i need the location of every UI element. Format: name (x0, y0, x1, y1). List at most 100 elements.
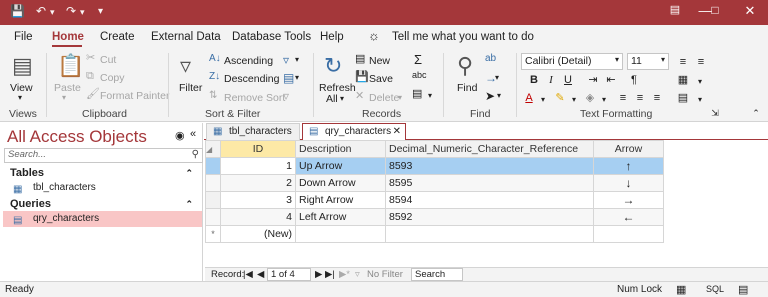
nav-item-qry-characters[interactable]: ▤ qry_characters (3, 211, 202, 227)
totals-icon[interactable]: Σ (414, 53, 422, 66)
undo-icon[interactable]: ↶ (36, 4, 46, 18)
nav-group-queries[interactable]: Queries ⌃ (0, 196, 203, 212)
numbering-icon[interactable]: ≡ (693, 54, 709, 70)
chevron-down-icon[interactable]: ▾ (692, 92, 708, 108)
menu-create[interactable]: Create (100, 31, 135, 43)
cell-description[interactable]: Left Arrow (295, 208, 386, 226)
cell-arrow[interactable]: ← (593, 208, 664, 226)
sort-descending-icon[interactable]: Z↓ (209, 72, 220, 82)
close-icon[interactable]: ✕ (740, 3, 760, 19)
close-icon[interactable]: ✕ (393, 124, 401, 139)
record-selector[interactable] (205, 191, 221, 209)
font-name-dropdown[interactable]: Calibri (Detail) ▾ (521, 53, 623, 70)
descending-button[interactable]: Descending (224, 73, 279, 85)
redo-icon[interactable]: ↷ (66, 4, 76, 18)
bold-button[interactable]: B (526, 72, 542, 88)
sort-ascending-icon[interactable]: A↓ (209, 54, 221, 64)
selection-filter-icon[interactable]: ▿ (283, 54, 289, 66)
chevron-down-icon[interactable]: ▾ (18, 93, 22, 102)
refresh-icon[interactable]: ↻ (324, 55, 342, 77)
gridlines-icon[interactable]: ▦ (675, 72, 691, 88)
cell-reference[interactable]: 8595 (385, 174, 594, 192)
delete-button[interactable]: Delete (369, 92, 399, 104)
chevron-down-icon[interactable]: ▾ (535, 92, 551, 108)
toggle-filter-icon[interactable]: ▿ (283, 90, 289, 102)
table-row[interactable]: 1 Up Arrow 8593 ↑ (205, 157, 664, 175)
copy-button[interactable]: Copy (100, 72, 125, 84)
indent-icon[interactable]: ⇥ (585, 72, 601, 88)
chevron-down-icon[interactable]: ▾ (398, 93, 402, 102)
menu-external-data[interactable]: External Data (151, 31, 221, 43)
view-icon[interactable]: ▤ (12, 55, 33, 77)
column-header-id[interactable]: ID (220, 140, 296, 158)
cell-reference[interactable]: 8592 (385, 208, 594, 226)
first-record-icon[interactable]: |◀ (243, 269, 253, 280)
chevron-down-icon[interactable]: ▾ (566, 92, 582, 108)
font-size-dropdown[interactable]: 11 ▾ (627, 53, 669, 70)
delete-icon[interactable]: ✕ (355, 91, 364, 102)
chevron-down-icon[interactable]: ▾ (295, 56, 299, 64)
collapse-ribbon-icon[interactable]: ⌃ (748, 105, 764, 121)
cut-button[interactable]: Cut (100, 54, 116, 66)
chevron-down-icon[interactable]: ▾ (497, 92, 501, 100)
chevron-down-icon[interactable]: ▾ (80, 7, 85, 18)
cell-id-new[interactable]: (New) (220, 225, 296, 243)
format-painter-icon[interactable]: 🖌 (86, 89, 100, 100)
menu-file[interactable]: File (14, 31, 33, 43)
find-button[interactable]: Find (457, 82, 477, 94)
remove-sort-button[interactable]: Remove Sort (224, 92, 285, 104)
ribbon-display-icon[interactable]: ▤ (665, 3, 685, 16)
collapse-icon[interactable]: ⌃ (185, 196, 193, 212)
maximize-icon[interactable]: □ (705, 3, 725, 17)
cell-description[interactable]: Down Arrow (295, 174, 386, 192)
outdent-icon[interactable]: ⇤ (603, 72, 619, 88)
record-selector[interactable] (205, 208, 221, 226)
find-icon[interactable]: ⚲ (457, 55, 473, 77)
column-header-arrow[interactable]: Arrow (593, 140, 664, 158)
alternate-row-color-icon[interactable]: ▤ (675, 90, 691, 106)
paste-icon[interactable]: 📋 (57, 55, 84, 77)
chevron-down-icon[interactable]: ▾ (295, 74, 299, 82)
format-painter-button[interactable]: Format Painter (100, 90, 169, 102)
refresh-all-button[interactable]: All (326, 93, 338, 105)
record-selector[interactable] (205, 157, 221, 175)
underline-button[interactable]: U (560, 72, 576, 88)
cell-arrow[interactable]: ↓ (593, 174, 664, 192)
cell-reference[interactable]: 8593 (385, 157, 594, 175)
lightbulb-icon[interactable]: ☼ (368, 28, 380, 43)
save-icon[interactable]: 💾 (10, 4, 25, 18)
paragraph-direction-icon[interactable]: ¶ (626, 72, 642, 88)
chevron-down-icon[interactable]: ▾ (692, 74, 708, 90)
column-header-description[interactable]: Description (295, 140, 386, 158)
cell-reference[interactable]: 8594 (385, 191, 594, 209)
cell-id[interactable]: 1 (220, 157, 296, 175)
cell-id[interactable]: 3 (220, 191, 296, 209)
search-icon[interactable]: ⚲ (192, 149, 199, 160)
more-icon[interactable]: ▤ (412, 89, 422, 100)
cell-reference[interactable] (385, 225, 594, 243)
tab-tbl-characters[interactable]: ▦ tbl_characters (206, 123, 300, 140)
align-center-icon[interactable]: ≡ (632, 90, 648, 106)
filter-icon[interactable]: ▿ (180, 55, 191, 77)
previous-record-icon[interactable]: ◀ (257, 269, 264, 280)
cell-description[interactable]: Up Arrow (295, 157, 386, 175)
advanced-filter-icon[interactable]: ▤ (283, 72, 294, 84)
menu-help[interactable]: Help (320, 31, 344, 43)
new-blank-record-icon[interactable]: ▶* (339, 269, 350, 280)
nav-menu-icon[interactable]: ◉ (175, 129, 185, 142)
column-header-reference[interactable]: Decimal_Numeric_Character_Reference (385, 140, 594, 158)
remove-sort-icon[interactable]: ⇅ (209, 91, 217, 101)
nav-item-tbl-characters[interactable]: ▦ tbl_characters (3, 180, 202, 196)
new-record-icon[interactable]: ▤ (355, 54, 365, 65)
paste-button[interactable]: Paste (54, 82, 81, 94)
chevron-down-icon[interactable]: ▾ (340, 94, 344, 103)
align-right-icon[interactable]: ≡ (649, 90, 665, 106)
new-button[interactable]: New (369, 55, 390, 67)
datasheet-view-icon[interactable]: ▦ (676, 283, 686, 296)
cell-id[interactable]: 2 (220, 174, 296, 192)
italic-button[interactable]: I (543, 72, 559, 88)
last-record-icon[interactable]: ▶| (325, 269, 335, 280)
align-left-icon[interactable]: ≡ (615, 90, 631, 106)
record-search-input[interactable]: Search (411, 268, 463, 281)
tab-qry-characters[interactable]: ▤ qry_characters ✕ (302, 123, 406, 141)
